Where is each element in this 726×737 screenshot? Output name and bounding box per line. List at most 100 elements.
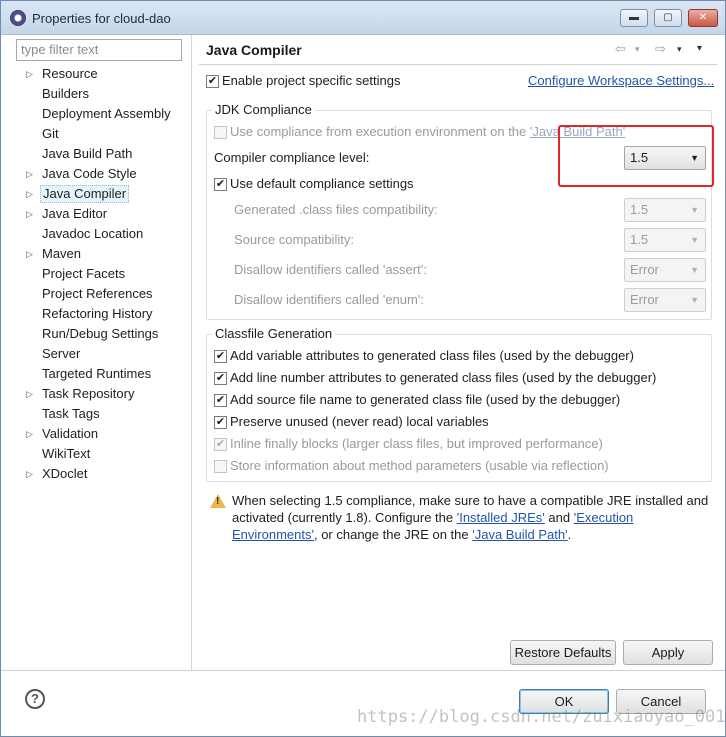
watermark: https://blog.csdn.net/zuixiaoyao_001 [357,707,726,727]
sidebar-item-task-repository[interactable]: ▷ Task Repository [10,384,190,404]
sidebar-item-label: Java Editor [42,206,108,221]
sidebar-item-project-references[interactable]: Project References [10,284,190,304]
expand-arrow-icon[interactable]: ▷ [26,384,33,404]
expand-arrow-icon[interactable]: ▷ [26,464,33,484]
use-default-compliance-label: Use default compliance settings [230,176,414,191]
view-menu-icon[interactable]: ▾ [697,43,702,54]
sidebar-item-label: Git [42,126,59,141]
back-arrow-icon[interactable]: ⇦ [615,41,626,57]
classfile-option-label: Store information about method parameter… [230,458,609,473]
classfile-option-checkbox[interactable]: ✔ [214,438,227,451]
help-icon[interactable]: ? [25,689,45,709]
sidebar-item-label: Targeted Runtimes [42,366,152,381]
maximize-button[interactable]: ▢ [654,9,682,27]
sidebar-item-builders[interactable]: Builders [10,84,190,104]
source-compat-select[interactable]: 1.5 ▼ [624,228,706,252]
expand-arrow-icon[interactable]: ▷ [26,64,33,84]
sidebar-item-targeted-runtimes[interactable]: Targeted Runtimes [10,364,190,384]
expand-arrow-icon[interactable]: ▷ [26,244,33,264]
sidebar-item-javadoc-location[interactable]: Javadoc Location [10,224,190,244]
sidebar-item-task-tags[interactable]: Task Tags [10,404,190,424]
sidebar-item-project-facets[interactable]: Project Facets [10,264,190,284]
java-build-path-link[interactable]: 'Java Build Path' [472,527,567,542]
sidebar-item-xdoclet[interactable]: ▷ XDoclet [10,464,190,484]
classfile-generation-title: Classfile Generation [212,326,336,341]
sidebar-item-label: Run/Debug Settings [42,326,159,341]
sidebar-item-java-code-style[interactable]: ▷ Java Code Style [10,164,190,184]
classfile-option-checkbox[interactable]: ✔ [214,372,227,385]
forward-arrow-icon[interactable]: ⇨ [655,41,666,57]
sidebar-item-label: WikiText [42,446,91,461]
back-menu-icon[interactable]: ▾ [635,44,640,55]
sidebar-item-java-compiler[interactable]: ▷ Java Compiler [10,184,190,204]
sidebar-item-label: XDoclet [42,466,88,481]
classfile-option-checkbox[interactable] [214,460,227,473]
sidebar-item-refactoring-history[interactable]: Refactoring History [10,304,190,324]
forward-menu-icon[interactable]: ▾ [677,44,682,55]
sidebar-item-label: Javadoc Location [42,226,144,241]
expand-arrow-icon[interactable]: ▷ [26,204,33,224]
chevron-down-icon: ▼ [690,295,699,305]
page-title: Java Compiler [206,42,302,58]
sidebar-item-label: Task Tags [42,406,100,421]
classfile-option-checkbox[interactable]: ✔ [214,394,227,407]
restore-defaults-button[interactable]: Restore Defaults [510,640,616,665]
chevron-down-icon: ▼ [690,205,699,215]
sidebar: type filter text ▷ Resource Builders Deploy… [10,35,192,670]
compliance-warning: When selecting 1.5 compliance, make sure… [232,493,709,542]
sidebar-item-label: Server [42,346,81,361]
configure-workspace-link[interactable]: Configure Workspace Settings... [528,73,714,88]
installed-jres-link[interactable]: 'Installed JREs' [457,510,545,525]
compliance-level-label: Compiler compliance level: [214,150,370,165]
minimize-button[interactable]: ▬ [620,9,648,27]
enum-identifiers-label: Disallow identifiers called 'enum': [234,292,424,307]
sidebar-item-git[interactable]: Git [10,124,190,144]
sidebar-item-label: Builders [42,86,89,101]
execution-environments-link[interactable]: 'Execution [574,510,634,525]
sidebar-item-label: Project Facets [42,266,126,281]
eclipse-icon [10,10,26,26]
sidebar-item-deployment-assembly[interactable]: Deployment Assembly [10,104,190,124]
sidebar-item-server[interactable]: Server [10,344,190,364]
sidebar-item-resource[interactable]: ▷ Resource [10,64,190,84]
sidebar-item-java-editor[interactable]: ▷ Java Editor [10,204,190,224]
classfile-option-checkbox[interactable]: ✔ [214,350,227,363]
sidebar-item-label: Project References [42,286,153,301]
sidebar-item-validation[interactable]: ▷ Validation [10,424,190,444]
class-files-compat-label: Generated .class files compatibility: [234,202,438,217]
sidebar-item-label: Maven [42,246,82,261]
sidebar-item-label: Java Build Path [42,146,133,161]
highlight-box [558,125,714,187]
enable-project-specific-label: Enable project specific settings [222,73,401,88]
classfile-option-checkbox[interactable]: ✔ [214,416,227,429]
header-divider [199,64,717,65]
execution-environments-link-cont[interactable]: Environments' [232,527,314,542]
expand-arrow-icon[interactable]: ▷ [26,164,33,184]
sidebar-item-label: Deployment Assembly [42,106,171,121]
chevron-down-icon: ▼ [690,265,699,275]
class-files-compat-select[interactable]: 1.5 ▼ [624,198,706,222]
sidebar-item-label: Java Code Style [42,166,137,181]
classfile-option-label: Preserve unused (never read) local varia… [230,414,489,429]
footer-divider [1,670,725,671]
enum-identifiers-select[interactable]: Error ▼ [624,288,706,312]
assert-identifiers-select[interactable]: Error ▼ [624,258,706,282]
use-exec-env-checkbox[interactable] [214,126,227,139]
properties-dialog: Properties for cloud-dao ▬ ▢ ✕ type filt… [0,0,726,737]
close-button[interactable]: ✕ [688,9,718,27]
apply-button[interactable]: Apply [623,640,713,665]
sidebar-item-wikitext[interactable]: WikiText [10,444,190,464]
sidebar-item-run-debug-settings[interactable]: Run/Debug Settings [10,324,190,344]
filter-input[interactable]: type filter text [16,39,182,61]
sidebar-item-java-build-path[interactable]: Java Build Path [10,144,190,164]
sidebar-item-maven[interactable]: ▷ Maven [10,244,190,264]
enable-project-specific-checkbox[interactable]: ✔ [206,75,219,88]
expand-arrow-icon[interactable]: ▷ [26,424,33,444]
expand-arrow-icon[interactable]: ▷ [26,184,33,204]
classfile-option-label: Add variable attributes to generated cla… [230,348,634,363]
sidebar-item-label: Resource [42,66,98,81]
jdk-compliance-title: JDK Compliance [212,102,315,117]
use-default-compliance-checkbox[interactable]: ✔ [214,178,227,191]
window-title: Properties for cloud-dao [32,11,171,26]
chevron-down-icon: ▼ [690,235,699,245]
